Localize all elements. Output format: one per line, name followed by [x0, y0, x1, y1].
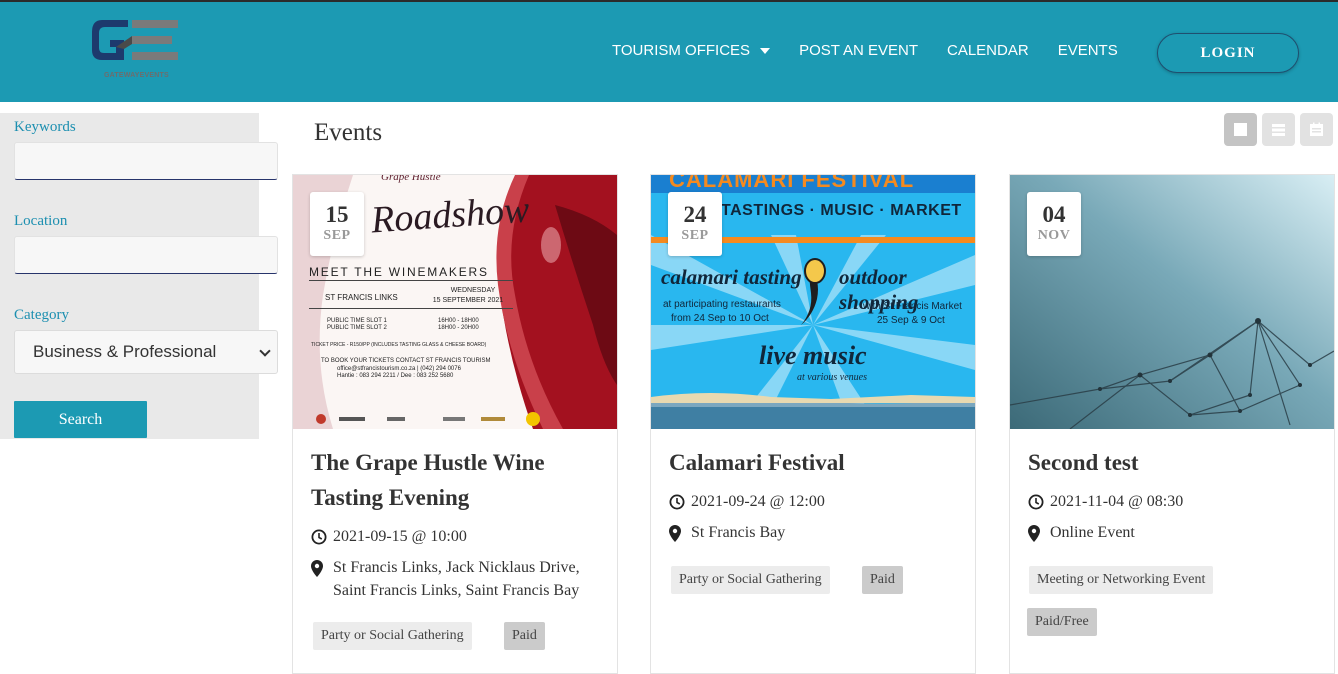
event-location-text: St Francis Links, Jack Nicklaus Drive, S…: [333, 559, 580, 599]
poster-tagline: TASTINGS · MUSIC · MARKET: [721, 202, 962, 219]
poster-left-sub2: from 24 Sep to 10 Oct: [671, 313, 769, 324]
location-label: Location: [14, 213, 68, 229]
event-card[interactable]: Grape Hustle Roadshow MEET THE WINEMAKER…: [292, 174, 618, 674]
poster-slot1: PUBLIC TIME SLOT 1: [327, 318, 387, 324]
event-poster-grape-hustle[interactable]: Grape Hustle Roadshow MEET THE WINEMAKER…: [293, 175, 617, 429]
location-input[interactable]: [14, 236, 278, 274]
poster-headline: MEET THE WINEMAKERS: [309, 265, 489, 279]
event-datetime-text: 2021-11-04 @ 08:30: [1050, 493, 1184, 510]
category-tag[interactable]: Party or Social Gathering: [313, 622, 472, 650]
map-pin-icon: [311, 556, 333, 602]
list-view-icon: [1272, 124, 1285, 136]
date-day: 04: [1042, 202, 1066, 227]
clock-icon: [1028, 490, 1050, 517]
poster-slot1-time: 16H00 - 18H00: [438, 318, 479, 324]
poster-sponsor-logos: [316, 412, 540, 426]
nav-events[interactable]: EVENTS: [1058, 42, 1118, 59]
poster-rule: [309, 280, 513, 281]
logo-sub-gateway: GATEWAY: [104, 72, 140, 79]
keywords-input[interactable]: [14, 142, 278, 180]
event-poster-calamari[interactable]: CALAMARI FESTIVAL TASTINGS · MUSIC · MAR…: [651, 175, 975, 429]
date-badge: 15 SEP: [310, 192, 364, 256]
site-header: GATEWAYEVENTS TOURISM OFFICES POST AN EV…: [0, 0, 1338, 102]
logo-sub-events: EVENTS: [139, 72, 169, 79]
map-pin-icon: [1028, 521, 1050, 549]
event-card[interactable]: CALAMARI FESTIVAL TASTINGS · MUSIC · MAR…: [650, 174, 976, 674]
poster-left-title: calamari tasting: [661, 265, 802, 289]
date-month: SEP: [323, 228, 351, 243]
search-button[interactable]: Search: [14, 401, 147, 438]
search-sidebar: Keywords Location Category Business & Pr…: [0, 113, 278, 439]
poster-venue: ST FRANCIS LINKS: [325, 293, 398, 302]
event-datetime-text: 2021-09-24 @ 12:00: [691, 493, 825, 510]
date-day: 24: [683, 202, 707, 227]
login-button[interactable]: LOGIN: [1157, 33, 1299, 73]
poster-booking: TO BOOK YOUR TICKETS CONTACT ST FRANCIS …: [321, 358, 491, 364]
nav-tourism-offices[interactable]: TOURISM OFFICES: [612, 42, 771, 59]
event-location-text: Online Event: [1050, 524, 1135, 541]
calendar-view-icon: [1310, 122, 1323, 136]
event-card[interactable]: 04 NOV Second test 2021-11-04 @ 08:30 On…: [1009, 174, 1335, 674]
poster-price: TICKET PRICE - R150/PP (INCLUDES TASTING…: [311, 342, 487, 348]
poster-rule: [309, 308, 513, 309]
category-select[interactable]: Business & Professional: [14, 330, 278, 374]
event-datetime-text: 2021-09-15 @ 10:00: [333, 528, 467, 545]
price-tag[interactable]: Paid/Free: [1027, 608, 1097, 636]
poster-email: office@stfrancistourism.co.za | (042) 29…: [337, 366, 461, 372]
main-nav: TOURISM OFFICES POST AN EVENT CALENDAR E…: [612, 42, 1147, 59]
nav-calendar[interactable]: CALENDAR: [947, 42, 1029, 59]
chevron-down-icon: [259, 345, 271, 357]
poster-brand: Grape Hustle: [381, 175, 441, 183]
date-month: NOV: [1037, 228, 1071, 243]
poster-left-sub1: at participating restaurants: [663, 299, 781, 310]
poster-top-title: CALAMARI FESTIVAL: [669, 175, 915, 192]
nav-post-an-event[interactable]: POST AN EVENT: [799, 42, 918, 59]
category-tag[interactable]: Meeting or Networking Event: [1029, 566, 1214, 594]
event-title[interactable]: Calamari Festival: [669, 445, 959, 480]
date-badge: 24 SEP: [668, 192, 722, 256]
poster-weekday: WEDNESDAY: [450, 287, 496, 294]
poster-music: live music: [759, 341, 867, 370]
grid-view-button[interactable]: [1224, 113, 1257, 146]
event-location: Online Event: [1028, 521, 1135, 549]
poster-slot2: PUBLIC TIME SLOT 2: [327, 325, 387, 331]
event-image-network[interactable]: 04 NOV: [1010, 175, 1334, 429]
event-location: St Francis Bay: [669, 521, 785, 549]
date-month: SEP: [681, 228, 709, 243]
list-view-button[interactable]: [1262, 113, 1295, 146]
poster-phones: Hantie : 083 294 2211 / Dee : 083 252 56…: [337, 373, 454, 379]
date-day: 15: [325, 202, 349, 227]
caret-down-icon: [760, 47, 771, 54]
event-location: St Francis Links, Jack Nicklaus Drive, S…: [311, 556, 611, 602]
poster-date: 15 SEPTEMBER 2021: [432, 297, 504, 304]
poster-right-sub1: with St Francis Market: [863, 301, 962, 312]
price-tag[interactable]: Paid: [504, 622, 545, 650]
category-selected-value: Business & Professional: [33, 342, 217, 361]
category-label: Category: [14, 307, 69, 323]
map-pin-icon: [669, 521, 691, 549]
grid-view-icon: [1234, 123, 1247, 136]
clock-icon: [669, 490, 691, 517]
event-datetime: 2021-09-24 @ 12:00: [669, 490, 825, 517]
poster-slot2-time: 18H00 - 20H00: [438, 325, 479, 331]
poster-right-sub2: 25 Sep & 9 Oct: [877, 315, 945, 326]
event-location-text: St Francis Bay: [691, 524, 786, 541]
logo-subtitle: GATEWAYEVENTS: [104, 72, 169, 79]
price-tag[interactable]: Paid: [862, 566, 903, 594]
clock-icon: [311, 525, 333, 552]
page-title: Events: [314, 119, 383, 146]
category-tag[interactable]: Party or Social Gathering: [671, 566, 830, 594]
event-title[interactable]: The Grape Hustle Wine Tasting Evening: [311, 445, 601, 515]
event-title[interactable]: Second test: [1028, 445, 1318, 480]
nav-tourism-offices-label: TOURISM OFFICES: [612, 42, 751, 59]
event-datetime: 2021-11-04 @ 08:30: [1028, 490, 1183, 517]
event-datetime: 2021-09-15 @ 10:00: [311, 525, 467, 552]
calendar-view-button[interactable]: [1300, 113, 1333, 146]
poster-music-sub: at various venues: [797, 372, 867, 383]
date-badge: 04 NOV: [1027, 192, 1081, 256]
keywords-label: Keywords: [14, 119, 76, 135]
